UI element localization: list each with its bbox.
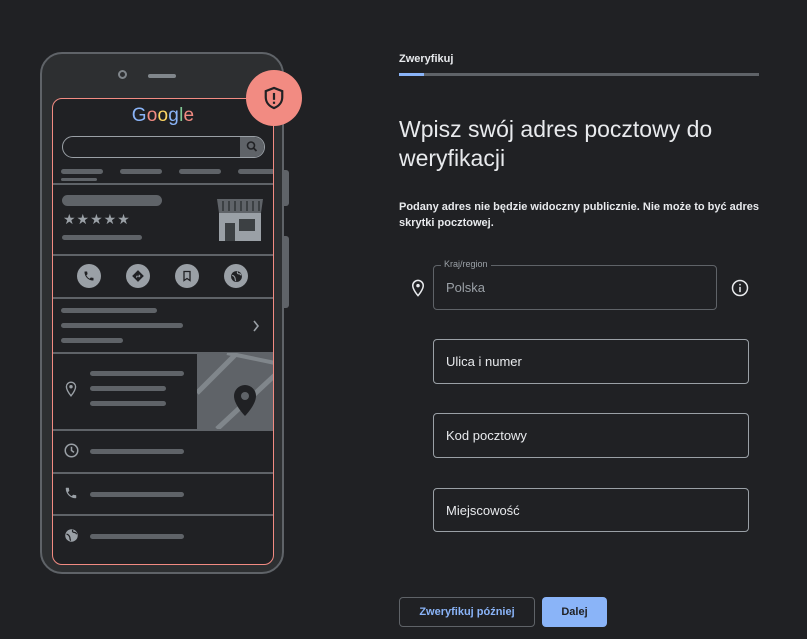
rating-stars: ★★★★★ (63, 211, 131, 227)
directions-icon (126, 264, 150, 288)
progress-bar (399, 73, 759, 76)
clock-icon (64, 443, 79, 458)
divider (53, 254, 273, 256)
street-placeholder: Ulica i numer (446, 354, 522, 369)
globe-icon (224, 264, 248, 288)
phone-illustration: Google ★★★★★ (40, 52, 284, 574)
mock-text-line (90, 492, 184, 497)
globe-icon (65, 529, 78, 542)
page-description: Podany adres nie będzie widoczny publicz… (399, 201, 760, 229)
mock-business-name (62, 195, 162, 206)
next-button[interactable]: Dalej (542, 597, 607, 627)
mock-tab (120, 169, 162, 174)
info-icon[interactable] (731, 279, 749, 297)
mock-text-line (90, 401, 166, 406)
phone-speaker (148, 74, 176, 78)
bookmark-icon (175, 264, 199, 288)
logo-letter: o (146, 105, 158, 126)
mock-tab-indicator (61, 178, 97, 181)
logo-letter: g (168, 105, 180, 126)
verify-later-button[interactable]: Zweryfikuj później (399, 597, 535, 627)
postal-code-placeholder: Kod pocztowy (446, 428, 527, 443)
phone-icon (77, 264, 101, 288)
location-pin-icon (65, 381, 77, 397)
mock-text-line (90, 449, 184, 454)
phone-side-button (284, 236, 289, 308)
country-select[interactable]: Polska (433, 265, 717, 310)
progress-fill (399, 73, 425, 76)
mock-text-line (62, 235, 142, 240)
phone-camera (118, 70, 127, 79)
divider (53, 514, 273, 516)
shield-alert-icon (264, 86, 284, 110)
location-pin-icon (411, 279, 425, 297)
city-placeholder: Miejscowość (446, 502, 520, 518)
mock-tab (238, 169, 273, 174)
logo-letter: e (183, 105, 195, 126)
logo-letter: o (157, 105, 169, 126)
city-input[interactable]: Miejscowość (433, 488, 749, 532)
country-label: Kraj/region (441, 259, 491, 269)
mock-tab (179, 169, 221, 174)
phone-icon (65, 487, 77, 499)
step-label: Zweryfikuj (399, 53, 454, 65)
divider (53, 429, 273, 431)
alert-badge (246, 70, 302, 126)
mock-text-line (90, 534, 184, 539)
divider (53, 472, 273, 474)
mock-search-bar (62, 136, 265, 158)
phone-side-button (284, 170, 289, 206)
google-logo: Google (53, 105, 273, 127)
mock-text-line (90, 371, 184, 376)
postal-code-input[interactable]: Kod pocztowy (433, 413, 749, 458)
chevron-right-icon (253, 320, 260, 332)
country-value: Polska (446, 280, 486, 295)
divider (53, 297, 273, 299)
mock-tab (61, 169, 103, 174)
storefront-icon (217, 199, 263, 241)
mock-text-line (61, 338, 123, 343)
mock-text-line (61, 323, 183, 328)
mock-text-line (61, 308, 157, 313)
search-icon (246, 141, 258, 152)
phone-screen: Google ★★★★★ (52, 98, 274, 565)
page-title: Wpisz swój adres pocztowy do weryfikacji (399, 116, 713, 171)
divider (53, 183, 273, 185)
map-thumbnail (197, 353, 273, 429)
mock-search-button (240, 137, 264, 157)
mock-text-line (90, 386, 166, 391)
street-input[interactable]: Ulica i numer (433, 339, 749, 384)
logo-letter: G (131, 105, 147, 126)
